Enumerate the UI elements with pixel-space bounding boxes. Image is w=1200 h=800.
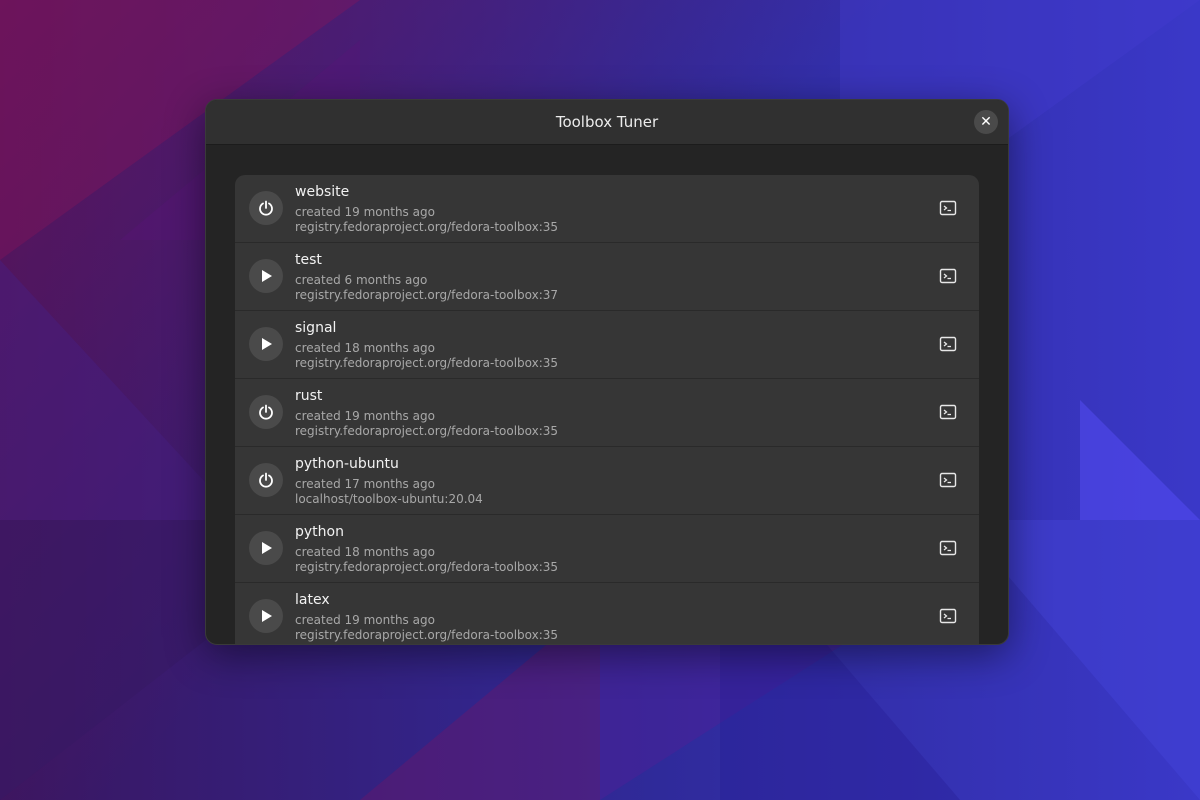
- terminal-icon[interactable]: [939, 335, 957, 353]
- container-created: created 18 months ago: [295, 341, 435, 355]
- container-name: website: [295, 184, 350, 200]
- background-shape: [1080, 400, 1200, 520]
- container-row[interactable]: test created 6 months ago registry.fedor…: [235, 243, 979, 311]
- power-button[interactable]: [249, 191, 283, 225]
- power-button[interactable]: [249, 463, 283, 497]
- terminal-icon[interactable]: [939, 471, 957, 489]
- container-name: signal: [295, 320, 337, 336]
- container-image: registry.fedoraproject.org/fedora-toolbo…: [295, 356, 559, 370]
- close-button[interactable]: ✕: [974, 110, 998, 134]
- container-image: registry.fedoraproject.org/fedora-toolbo…: [295, 628, 559, 642]
- app-window: Toolbox Tuner ✕ website created 19 month…: [205, 99, 1009, 645]
- power-button[interactable]: [249, 395, 283, 429]
- start-button[interactable]: [249, 259, 283, 293]
- container-row[interactable]: signal created 18 months ago registry.fe…: [235, 311, 979, 379]
- container-image: registry.fedoraproject.org/fedora-toolbo…: [295, 560, 559, 574]
- container-image: registry.fedoraproject.org/fedora-toolbo…: [295, 220, 559, 234]
- play-icon: [262, 542, 272, 554]
- container-name: rust: [295, 388, 323, 404]
- terminal-icon[interactable]: [939, 199, 957, 217]
- background-shape: [0, 260, 240, 520]
- terminal-icon[interactable]: [939, 267, 957, 285]
- terminal-icon[interactable]: [939, 539, 957, 557]
- container-row[interactable]: latex created 19 months ago registry.fed…: [235, 583, 979, 644]
- play-icon: [262, 610, 272, 622]
- start-button[interactable]: [249, 327, 283, 361]
- play-icon: [262, 338, 272, 350]
- power-icon: [259, 200, 273, 216]
- container-image: localhost/toolbox-ubuntu:20.04: [295, 492, 483, 506]
- container-row[interactable]: python created 18 months ago registry.fe…: [235, 515, 979, 583]
- desktop-background: Toolbox Tuner ✕ website created 19 month…: [0, 0, 1200, 800]
- container-created: created 18 months ago: [295, 545, 435, 559]
- play-icon: [262, 270, 272, 282]
- start-button[interactable]: [249, 531, 283, 565]
- container-created: created 19 months ago: [295, 205, 435, 219]
- container-created: created 19 months ago: [295, 409, 435, 423]
- power-icon: [259, 472, 273, 488]
- terminal-icon[interactable]: [939, 403, 957, 421]
- container-list: website created 19 months ago registry.f…: [235, 175, 979, 644]
- container-row[interactable]: rust created 19 months ago registry.fedo…: [235, 379, 979, 447]
- start-button[interactable]: [249, 599, 283, 633]
- headerbar: Toolbox Tuner ✕: [206, 100, 1008, 145]
- container-created: created 6 months ago: [295, 273, 428, 287]
- container-created: created 19 months ago: [295, 613, 435, 627]
- terminal-icon[interactable]: [939, 607, 957, 625]
- container-name: python-ubuntu: [295, 456, 399, 472]
- container-row[interactable]: python-ubuntu created 17 months ago loca…: [235, 447, 979, 515]
- close-icon: ✕: [980, 114, 992, 130]
- container-created: created 17 months ago: [295, 477, 435, 491]
- power-icon: [259, 404, 273, 420]
- container-image: registry.fedoraproject.org/fedora-toolbo…: [295, 424, 559, 438]
- container-name: python: [295, 524, 344, 540]
- container-name: latex: [295, 592, 330, 608]
- container-row[interactable]: website created 19 months ago registry.f…: [235, 175, 979, 243]
- container-image: registry.fedoraproject.org/fedora-toolbo…: [295, 288, 559, 302]
- window-title: Toolbox Tuner: [555, 113, 659, 131]
- container-name: test: [295, 252, 322, 268]
